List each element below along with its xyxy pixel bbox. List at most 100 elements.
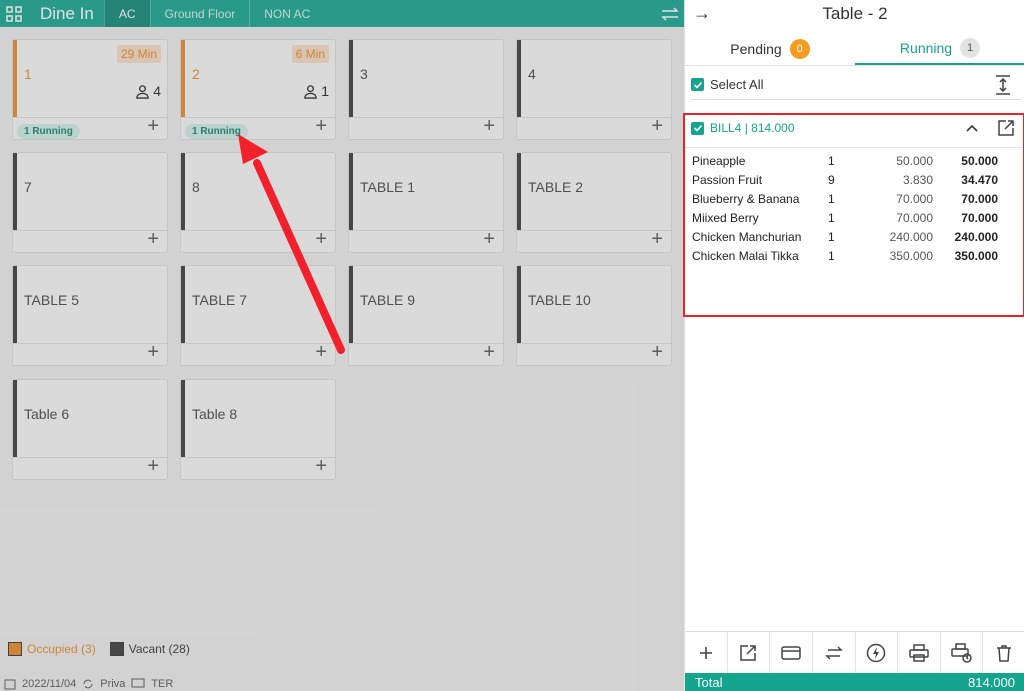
table-name: TABLE 9	[360, 292, 415, 308]
elapsed-time-badge: 29 Min	[116, 45, 161, 63]
item-amount: 70.000	[961, 210, 998, 225]
tab-running[interactable]: Running 1	[855, 32, 1024, 65]
add-order-button[interactable]: +	[315, 455, 327, 477]
table-card-table-10[interactable]: TABLE 10 +	[516, 265, 672, 366]
item-amount: 50.000	[961, 153, 998, 168]
item-qty: 1	[828, 248, 835, 263]
table-name: TABLE 1	[360, 179, 415, 195]
trash-icon	[997, 644, 1012, 662]
table-card-7[interactable]: 7 +	[12, 152, 168, 253]
table-card-1[interactable]: 29 Min 1 4 1 Running +	[12, 39, 168, 140]
arrow-right-icon[interactable]: →	[685, 3, 719, 24]
guest-count-value: 1	[321, 83, 329, 99]
check-icon	[693, 81, 702, 89]
table-card-table-9[interactable]: TABLE 9 +	[348, 265, 504, 366]
swap-icon[interactable]	[656, 0, 684, 27]
legend-vacant[interactable]: Vacant (28)	[109, 642, 190, 656]
item-rate: 240.000	[889, 229, 933, 244]
bill-card: BILL4 | 814.000 Pineapple 1 50.000 50.00…	[683, 113, 1024, 317]
delete-button[interactable]	[983, 632, 1024, 673]
table-card-table-8[interactable]: Table 8 +	[180, 379, 336, 480]
table-card-table-6[interactable]: Table 6 +	[12, 379, 168, 480]
tab-ground-floor[interactable]: Ground Floor	[149, 0, 250, 27]
item-amount: 70.000	[961, 191, 998, 206]
status-footer: 2022/11/04 Priva TER	[0, 676, 684, 691]
table-name: TABLE 7	[192, 292, 247, 308]
monitor-icon	[131, 678, 145, 687]
tab-pending-label: Pending	[730, 40, 782, 57]
order-status-tabs: Pending 0 Running 1	[685, 32, 1024, 66]
bill-item-row: Miixed Berry 1 70.000 70.000	[692, 208, 1012, 227]
add-order-button[interactable]: +	[483, 228, 495, 250]
table-name: 7	[24, 179, 32, 195]
add-order-button[interactable]: +	[483, 341, 495, 363]
plus-icon	[699, 646, 712, 659]
open-external-icon[interactable]	[997, 119, 1015, 137]
legend-occupied[interactable]: Occupied (3)	[8, 642, 96, 656]
item-qty: 9	[828, 172, 835, 187]
add-order-button[interactable]: +	[483, 115, 495, 137]
item-qty: 1	[828, 191, 835, 206]
guest-count: 1	[303, 83, 329, 99]
running-badge: 1 Running	[185, 124, 248, 139]
table-detail-panel: → Table - 2 Pending 0 Running 1 Select A…	[683, 0, 1024, 691]
card-icon	[781, 645, 801, 660]
add-order-button[interactable]: +	[651, 115, 663, 137]
add-order-button[interactable]: +	[315, 228, 327, 250]
add-order-button[interactable]: +	[147, 455, 159, 477]
transfer-button[interactable]	[813, 632, 856, 673]
chevron-up-icon[interactable]	[965, 123, 979, 133]
grid-icon[interactable]	[0, 0, 28, 27]
table-name: 1	[24, 66, 32, 82]
vacant-swatch	[109, 642, 124, 656]
table-card-2[interactable]: 6 Min 2 1 1 Running +	[180, 39, 336, 140]
bill-item-row: Passion Fruit 9 3.830 34.470	[692, 170, 1012, 189]
item-amount: 240.000	[954, 229, 998, 244]
print-settings-icon	[950, 642, 972, 663]
add-order-button[interactable]: +	[315, 341, 327, 363]
select-all-checkbox[interactable]	[691, 78, 704, 91]
running-badge: 1 Running	[17, 124, 80, 139]
table-card-8[interactable]: 8 +	[180, 152, 336, 253]
table-card-table-5[interactable]: TABLE 5 +	[12, 265, 168, 366]
bill-item-row: Chicken Manchurian 1 240.000 240.000	[692, 227, 1012, 246]
page-title: Dine In	[40, 3, 94, 23]
add-order-button[interactable]: +	[147, 228, 159, 250]
add-order-button[interactable]: +	[651, 341, 663, 363]
elapsed-time-badge: 6 Min	[291, 45, 329, 63]
select-all-row[interactable]: Select All	[691, 70, 1021, 100]
table-card-table-7[interactable]: TABLE 7 +	[180, 265, 336, 366]
pending-count-badge: 0	[789, 38, 810, 59]
table-card-3[interactable]: 3 +	[348, 39, 504, 140]
quick-action-button[interactable]	[856, 632, 899, 673]
table-name: Table 6	[24, 406, 70, 422]
table-card-table-1[interactable]: TABLE 1 +	[348, 152, 504, 253]
print-button[interactable]	[898, 632, 941, 673]
item-name: Blueberry & Banana	[692, 191, 800, 206]
running-count-badge: 1	[960, 37, 981, 58]
print-settings-button[interactable]	[941, 632, 984, 673]
bill-item-row: Chicken Malai Tikka 1 350.000 350.000	[692, 246, 1012, 265]
total-bar: Total 814.000	[685, 673, 1024, 691]
printer-icon	[909, 643, 929, 662]
payment-button[interactable]	[770, 632, 813, 673]
open-bill-button[interactable]	[728, 632, 771, 673]
add-order-button[interactable]: +	[147, 341, 159, 363]
tab-non-ac[interactable]: NON AC	[249, 0, 324, 27]
add-order-button[interactable]: +	[147, 115, 159, 137]
legend-occupied-label: Occupied (3)	[27, 642, 96, 656]
add-order-button[interactable]: +	[315, 115, 327, 137]
table-card-4[interactable]: 4 +	[516, 39, 672, 140]
add-order-button[interactable]: +	[651, 228, 663, 250]
person-icon	[136, 84, 149, 99]
item-rate: 70.000	[896, 210, 933, 225]
tab-pending[interactable]: Pending 0	[685, 32, 855, 65]
guest-count-value: 4	[153, 83, 161, 99]
table-name: TABLE 2	[528, 179, 583, 195]
table-card-table-2[interactable]: TABLE 2 +	[516, 152, 672, 253]
bill-checkbox[interactable]	[691, 121, 704, 135]
add-item-button[interactable]	[685, 632, 728, 673]
expand-collapse-icon[interactable]	[990, 72, 1016, 98]
tab-ac[interactable]: AC	[103, 0, 150, 27]
footer-other: TER	[151, 677, 174, 690]
